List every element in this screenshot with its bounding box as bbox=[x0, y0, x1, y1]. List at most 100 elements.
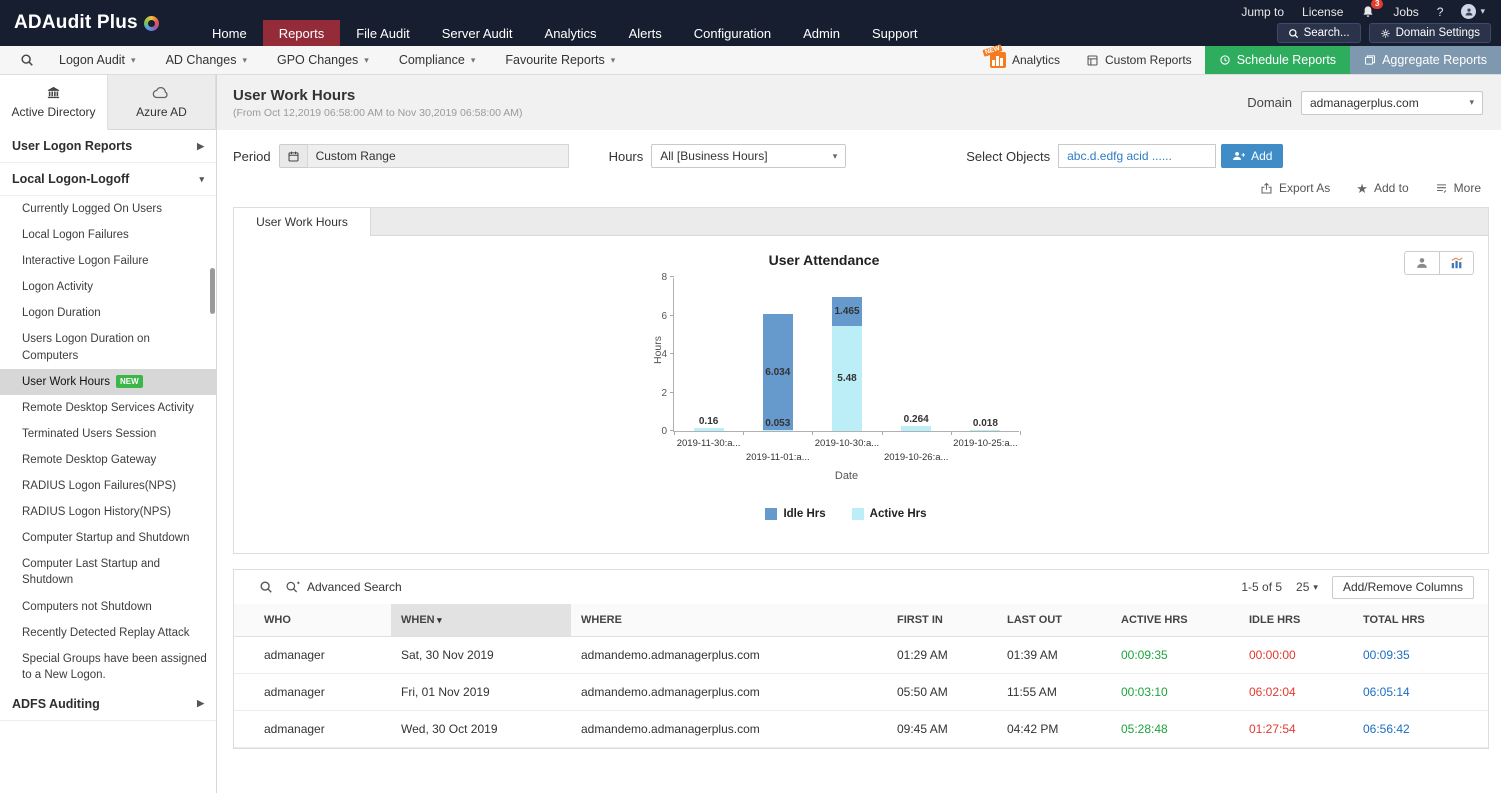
bar-segment-active-hrs[interactable] bbox=[763, 430, 793, 431]
chevron-down-icon: ▾ bbox=[1480, 6, 1485, 17]
notifications-button[interactable]: 3 bbox=[1361, 5, 1375, 19]
sidebar-section-local-logon-logoff[interactable]: Local Logon-Logoff▾ bbox=[0, 163, 216, 196]
legend-idle-hrs[interactable]: Idle Hrs bbox=[765, 508, 825, 520]
license-link[interactable]: License bbox=[1302, 5, 1343, 19]
x-tick-mark bbox=[882, 431, 883, 435]
sidebar-item-user-work-hours[interactable]: User Work HoursNEW bbox=[0, 369, 216, 395]
tab-label: Active Directory bbox=[11, 105, 95, 119]
export-as-button[interactable]: Export As bbox=[1260, 181, 1330, 195]
chart-type-button[interactable] bbox=[1439, 252, 1473, 274]
nav-item-home[interactable]: Home bbox=[196, 20, 263, 46]
utility-bar: Jump to License 3 Jobs ? ▾ bbox=[196, 0, 1501, 20]
nav-item-admin[interactable]: Admin bbox=[787, 20, 856, 46]
menu-compliance[interactable]: Compliance▾ bbox=[384, 53, 491, 67]
custom-reports-button[interactable]: Custom Reports bbox=[1073, 46, 1205, 74]
x-tick-label: 2019-11-30:a... bbox=[674, 438, 743, 449]
column-header-when[interactable]: WHEN ▾ bbox=[391, 604, 571, 637]
sidebar-item-computer-startup-and-shutdown[interactable]: Computer Startup and Shutdown bbox=[0, 525, 216, 551]
jobs-link[interactable]: Jobs bbox=[1393, 5, 1418, 19]
column-header-active-hrs[interactable]: ACTIVE HRS bbox=[1111, 604, 1239, 637]
tab-user-work-hours[interactable]: User Work Hours bbox=[234, 208, 371, 236]
bar-value-label: 6.034 bbox=[748, 367, 808, 378]
analytics-button[interactable]: NEW Analytics bbox=[977, 46, 1073, 74]
calendar-button[interactable] bbox=[279, 144, 307, 168]
nav-item-reports[interactable]: Reports bbox=[263, 20, 341, 46]
chevron-down-icon: ▾ bbox=[833, 151, 838, 162]
nav-item-alerts[interactable]: Alerts bbox=[613, 20, 678, 46]
add-to-button[interactable]: ★ Add to bbox=[1356, 181, 1408, 195]
main-panel: User Work Hours (From Oct 12,2019 06:58:… bbox=[217, 75, 1501, 793]
bar-value-label: 0.16 bbox=[679, 416, 739, 427]
table-header-row: WHOWHEN ▾WHEREFIRST INLAST OUTACTIVE HRS… bbox=[234, 604, 1488, 637]
app-logo[interactable]: ADAudit Plus bbox=[0, 0, 196, 46]
column-header-idle-hrs[interactable]: IDLE HRS bbox=[1239, 604, 1353, 637]
toolbar-search-button[interactable] bbox=[10, 53, 44, 67]
tab-active-directory[interactable]: Active Directory bbox=[0, 75, 108, 130]
sidebar-item-computer-last-startup-and-shutdown[interactable]: Computer Last Startup and Shutdown bbox=[0, 551, 216, 593]
account-menu[interactable]: ▾ bbox=[1461, 4, 1485, 19]
sidebar-item-currently-logged-on-users[interactable]: Currently Logged On Users bbox=[0, 196, 216, 222]
chart-tools bbox=[1404, 251, 1474, 275]
sidebar-item-users-logon-duration-on-computers[interactable]: Users Logon Duration on Computers bbox=[0, 326, 216, 368]
more-button[interactable]: More bbox=[1435, 181, 1481, 195]
domain-settings-button[interactable]: Domain Settings bbox=[1369, 23, 1491, 43]
menu-favourite-reports[interactable]: Favourite Reports▾ bbox=[490, 53, 630, 67]
nav-item-analytics[interactable]: Analytics bbox=[529, 20, 613, 46]
nav-item-configuration[interactable]: Configuration bbox=[678, 20, 787, 46]
sidebar-item-logon-duration[interactable]: Logon Duration bbox=[0, 300, 216, 326]
cloud-icon bbox=[152, 86, 172, 100]
sidebar-item-label: Local Logon Failures bbox=[22, 229, 129, 241]
hours-select[interactable]: All [Business Hours] ▾ bbox=[651, 144, 846, 168]
sidebar-section-user-logon-reports[interactable]: User Logon Reports▶ bbox=[0, 130, 216, 163]
menu-label: Logon Audit bbox=[59, 53, 125, 67]
nav-item-server-audit[interactable]: Server Audit bbox=[426, 20, 529, 46]
schedule-reports-button[interactable]: Schedule Reports bbox=[1205, 46, 1350, 74]
sidebar-item-computers-not-shutdown[interactable]: Computers not Shutdown bbox=[0, 594, 216, 620]
bar-segment-active-hrs[interactable] bbox=[970, 430, 1000, 431]
menu-gpo-changes[interactable]: GPO Changes▾ bbox=[262, 53, 384, 67]
sidebar-section-adfs-auditing[interactable]: ADFS Auditing▶ bbox=[0, 688, 216, 721]
bar-segment-active-hrs[interactable] bbox=[694, 428, 724, 431]
add-objects-button[interactable]: Add bbox=[1221, 144, 1283, 168]
sidebar-item-local-logon-failures[interactable]: Local Logon Failures bbox=[0, 222, 216, 248]
sidebar-item-logon-activity[interactable]: Logon Activity bbox=[0, 274, 216, 300]
sidebar-item-interactive-logon-failure[interactable]: Interactive Logon Failure bbox=[0, 248, 216, 274]
chart-user-toggle-button[interactable] bbox=[1405, 252, 1439, 274]
nav-item-file-audit[interactable]: File Audit bbox=[340, 20, 425, 46]
jump-to-link[interactable]: Jump to bbox=[1241, 5, 1284, 19]
search-button[interactable]: Search... bbox=[1277, 23, 1361, 43]
table-search-button[interactable] bbox=[259, 580, 273, 594]
column-header-last-out[interactable]: LAST OUT bbox=[997, 604, 1111, 637]
x-axis-label: Date bbox=[674, 470, 1019, 482]
advanced-search-button[interactable]: Advanced Search bbox=[285, 580, 402, 594]
period-input[interactable] bbox=[307, 144, 569, 168]
sidebar-item-recently-detected-replay-attack[interactable]: Recently Detected Replay Attack bbox=[0, 620, 216, 646]
sidebar-item-radius-logon-failures-nps[interactable]: RADIUS Logon Failures(NPS) bbox=[0, 473, 216, 499]
sidebar-item-radius-logon-history-nps[interactable]: RADIUS Logon History(NPS) bbox=[0, 499, 216, 525]
sidebar-item-terminated-users-session[interactable]: Terminated Users Session bbox=[0, 421, 216, 447]
page-size-select[interactable]: 25 ▾ bbox=[1296, 580, 1318, 594]
sidebar-scrollbar[interactable] bbox=[210, 268, 215, 314]
legend-active-hrs[interactable]: Active Hrs bbox=[852, 508, 927, 520]
menu-logon-audit[interactable]: Logon Audit▾ bbox=[44, 53, 151, 67]
add-remove-columns-button[interactable]: Add/Remove Columns bbox=[1332, 576, 1474, 599]
sidebar-item-remote-desktop-gateway[interactable]: Remote Desktop Gateway bbox=[0, 447, 216, 473]
column-header-where[interactable]: WHERE bbox=[571, 604, 887, 637]
column-header-who[interactable]: WHO bbox=[234, 604, 391, 637]
select-objects-input[interactable] bbox=[1058, 144, 1216, 168]
tab-azure-ad[interactable]: Azure AD bbox=[108, 75, 216, 130]
bar-segment-active-hrs[interactable] bbox=[901, 426, 931, 431]
column-header-first-in[interactable]: FIRST IN bbox=[887, 604, 997, 637]
sidebar-item-special-groups-have-been-assigned-to-a-new-logon[interactable]: Special Groups have been assigned to a N… bbox=[0, 646, 216, 688]
search-icon bbox=[1288, 28, 1299, 39]
nav-item-support[interactable]: Support bbox=[856, 20, 934, 46]
search-icon bbox=[20, 53, 34, 67]
aggregate-reports-button[interactable]: Aggregate Reports bbox=[1350, 46, 1501, 74]
column-header-total-hrs[interactable]: TOTAL HRS bbox=[1353, 604, 1488, 637]
table-body: admanagerSat, 30 Nov 2019admandemo.adman… bbox=[234, 637, 1488, 748]
add-button-label: Add bbox=[1251, 149, 1272, 163]
sidebar-item-remote-desktop-services-activity[interactable]: Remote Desktop Services Activity bbox=[0, 395, 216, 421]
domain-select[interactable]: admanagerplus.com ▾ bbox=[1301, 91, 1483, 115]
help-button[interactable]: ? bbox=[1437, 5, 1444, 19]
menu-ad-changes[interactable]: AD Changes▾ bbox=[151, 53, 262, 67]
